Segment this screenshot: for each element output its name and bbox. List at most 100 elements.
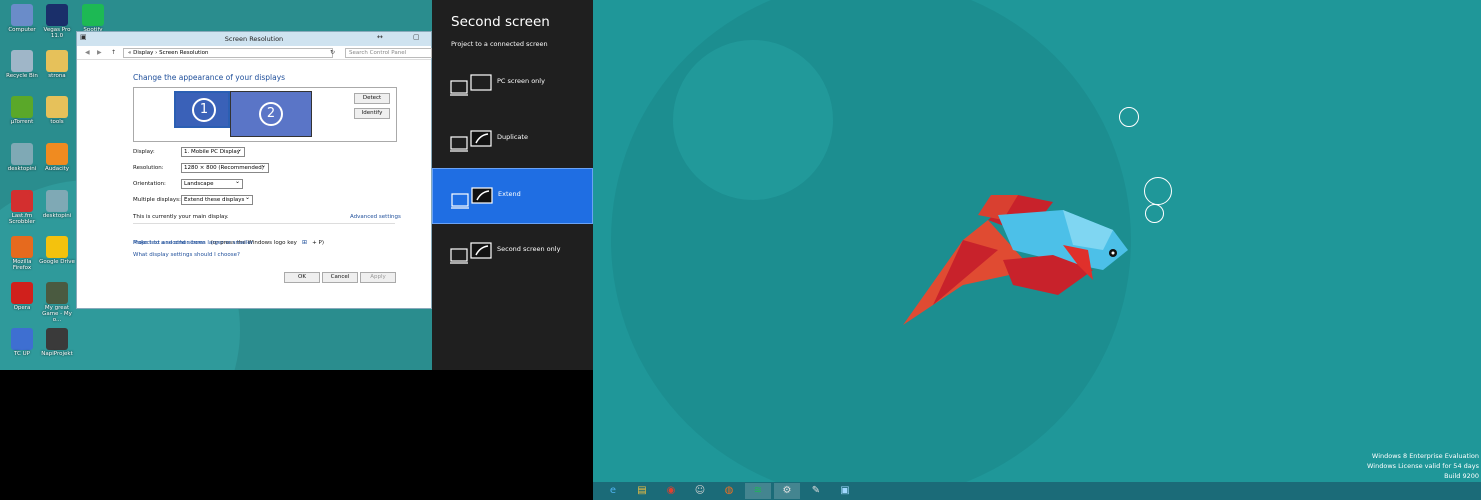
breadcrumb[interactable]: « Display › Screen Resolution [123,48,333,58]
desktop-icon[interactable]: Mozilla Firefox [3,236,41,271]
display-icon[interactable]: ▣ [832,483,858,499]
resolution-select[interactable]: 1280 × 800 (Recommended) [181,162,269,173]
restore-icon[interactable]: ↔ [377,33,383,41]
monitor-2-number: 2 [259,102,283,126]
desktop-icon[interactable]: Vegas Pro 11.0 [38,4,76,39]
desktop-icon-label: tools [50,119,64,125]
desktop-icon[interactable]: desktopini [3,143,41,172]
desktop-icon-image [11,282,33,304]
projection-option[interactable]: Second screen only [432,224,593,280]
desktop-icon[interactable]: My great Game - My o... [38,282,76,323]
breadcrumb-display[interactable]: Display [133,50,153,56]
right-desktop: Windows 8 Enterprise Evaluation Windows … [593,0,1481,482]
desktop-icon[interactable]: Spotify [74,4,112,33]
desktop-icon[interactable]: NapiProjekt [38,328,76,357]
screen-resolution-window: ▣ Screen Resolution ↔ ▢ ◀ ▶ ↑ « Display … [76,31,432,309]
file-explorer-icon[interactable]: ▤ [629,483,655,499]
watermark-edition: Windows 8 Enterprise Evaluation [1371,452,1479,460]
advanced-settings-link[interactable]: Advanced settings [350,214,401,220]
up-icon[interactable]: ↑ [111,49,116,56]
network-icon[interactable]: ⚙ [774,483,800,499]
desktop-icon-image [11,50,33,72]
title-bar[interactable]: ▣ Screen Resolution ↔ ▢ [77,32,431,46]
firefox-icon[interactable]: ◍ [716,483,742,499]
desktop-icon-image [11,4,33,26]
desktop-icon-label: Recycle Bin [6,73,38,79]
divider [133,223,395,224]
projection-option-label: Extend [498,190,521,198]
ok-button[interactable]: OK [284,272,320,283]
projection-mode-icon [450,74,492,96]
monitor-2[interactable]: 2 [230,91,312,137]
back-icon[interactable]: ◀ [85,49,90,56]
forward-icon[interactable]: ▶ [97,49,102,56]
watermark-build: Build 9200 [1444,472,1479,480]
panel-title: Second screen [451,14,550,30]
desktop-icon[interactable]: Last.fm Scrobbler [3,190,41,225]
display-select[interactable]: 1. Mobile PC Display [181,146,245,157]
apply-button[interactable]: Apply [360,272,396,283]
multiple-displays-select[interactable]: Extend these displays [181,194,253,205]
desktop-icon-label: Audacity [44,166,70,172]
desktop-icon-label: Computer [8,27,36,33]
monitor-1-number: 1 [192,98,216,122]
desktop-icon[interactable]: Google Drive [38,236,76,265]
identify-button[interactable]: Identify [354,108,390,119]
desktop-icon[interactable]: Audacity [38,143,76,172]
chrome-icon[interactable]: ◉ [658,483,684,499]
settings-icon[interactable]: ✎ [803,483,829,499]
desktop-icon[interactable]: TC UP [3,328,41,357]
desktop-icon-label: TC UP [14,351,30,357]
projection-option-label: Duplicate [497,133,528,141]
spotify-icon[interactable]: ≋ [745,483,771,499]
resolution-label: Resolution: [133,165,164,171]
breadcrumb-screen-resolution[interactable]: Screen Resolution [159,50,208,56]
wallpaper-circle [673,40,833,200]
projection-option-label: PC screen only [497,77,545,85]
desktop-icon-image [46,328,68,350]
desktop-icon[interactable]: Opera [3,282,41,311]
desktop-icon[interactable]: Computer [3,4,41,33]
desktop-icon-image [46,143,68,165]
maximize-button[interactable]: ▢ [413,33,420,41]
projection-option[interactable]: PC screen only [432,56,593,112]
projection-option-label: Second screen only [497,245,561,253]
detect-button[interactable]: Detect [354,93,390,104]
text-size-link[interactable]: Make text and other items larger or smal… [133,240,253,246]
desktop-icon[interactable]: tools [38,96,76,125]
projection-mode-icon [450,130,492,152]
display-settings-help-link[interactable]: What display settings should I choose? [133,252,240,258]
desktop-icon-image [46,282,68,304]
breadcrumb-separator: › [155,50,158,56]
desktop-icon-label: Opera [13,305,31,311]
desktop-icon-image [11,190,33,212]
taskbar: e ▤ ◉ ☺ ◍ ≋ ⚙ ✎ ▣ [593,482,1481,500]
desktop-icon-image [11,328,33,350]
desktop-icon[interactable]: µTorrent [3,96,41,125]
desktop-icon[interactable]: Recycle Bin [3,50,41,79]
projection-option[interactable]: Duplicate [432,112,593,168]
desktop-icon[interactable]: strona [38,50,76,79]
desktop-icon-label: NapiProjekt [41,351,73,357]
cancel-button[interactable]: Cancel [322,272,358,283]
desktop-icon-image [11,236,33,258]
bubble [1144,177,1172,205]
desktop-icon-label: desktopini [7,166,37,172]
projection-option[interactable]: Extend [432,168,593,224]
internet-explorer-icon[interactable]: e [600,483,626,499]
multiple-displays-label: Multiple displays: [133,197,181,203]
desktop-icon[interactable]: desktopini [38,190,76,219]
desktop-icon-label: My great Game - My o... [42,305,72,323]
refresh-icon[interactable]: ↻ [330,49,335,56]
desktop-icon-label: Google Drive [39,259,75,265]
desktop-icon-image [46,50,68,72]
breadcrumb-root[interactable]: « [128,50,131,56]
orientation-select[interactable]: Landscape [181,178,243,189]
monitor-1[interactable]: 1 [173,90,231,129]
search-input[interactable]: Search Control Panel [345,48,432,58]
orientation-label: Orientation: [133,181,166,187]
desktop-icon-label: Last.fm Scrobbler [8,213,36,225]
left-desktop: Computer Vegas Pro 11.0 Spotify Recycle Bin… [0,0,432,370]
app-icon[interactable]: ☺ [687,483,713,499]
monitor-arrangement: 1 2 Detect Identify [133,87,397,142]
